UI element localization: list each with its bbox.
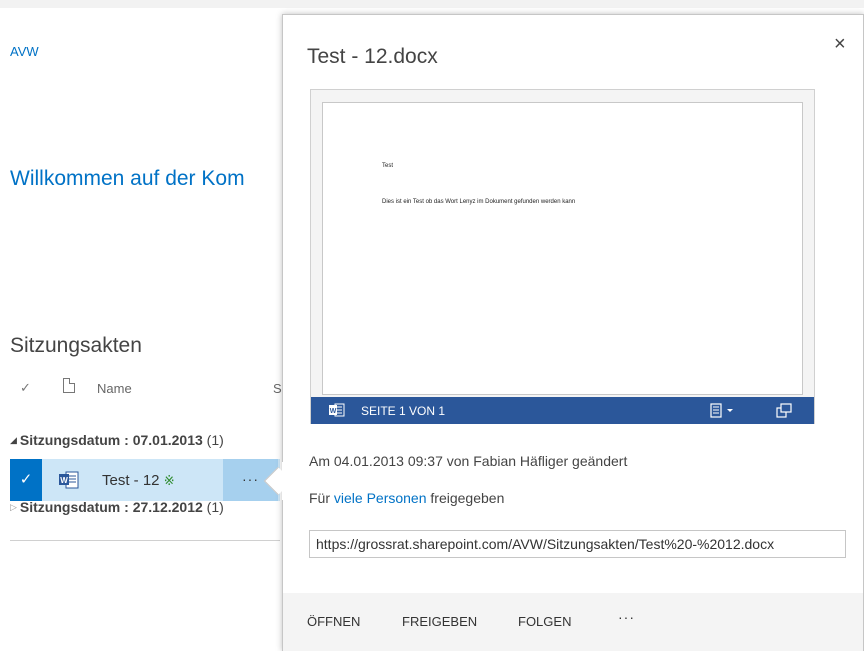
callout-title[interactable]: Test - 12.docx [307,45,438,69]
row-file-name[interactable]: Test - 12 ※ [102,472,175,489]
list-header: ✓ Name S [10,378,282,400]
group-count: (1) [206,499,224,515]
sharing-info: Für viele Personen freigegeben [309,490,504,506]
file-type-icon [63,378,75,393]
column-header-truncated[interactable]: S [273,381,282,396]
preview-text-line: Dies ist ein Test ob das Wort Lenyz im D… [382,199,576,205]
follow-button[interactable]: FOLGEN [518,614,571,629]
new-item-icon: ※ [163,473,175,488]
word-doc-icon: W [59,471,79,489]
table-row-selected[interactable]: ✓ W Test - 12 ※ ··· [10,459,280,501]
group-label: Sitzungsdatum : 07.01.2013 [19,432,203,448]
library-title[interactable]: Sitzungsakten [10,334,142,358]
row-check-icon[interactable]: ✓ [10,459,42,501]
svg-text:W: W [60,476,68,485]
preview-toolbar: W SEITE 1 VON 1 [311,397,814,424]
group-header-27-12-2012[interactable]: ▷ Sitzungsdatum : 27.12.2012 (1) [10,499,224,515]
group-header-07-01-2013[interactable]: ◢ Sitzungsdatum : 07.01.2013 (1) [10,432,224,448]
preview-text-line: Test [382,163,394,169]
shared-suffix: freigegeben [426,490,505,506]
preview-page: Test Dies ist ein Test ob das Wort Lenyz… [322,102,803,395]
word-app-icon: W [329,403,345,417]
page-count-label: SEITE 1 VON 1 [361,404,446,418]
welcome-heading: Willkommen auf der Kom [10,167,245,190]
group-count: (1) [206,432,224,448]
document-url-field[interactable]: https://grossrat.sharepoint.com/AVW/Sitz… [309,530,846,558]
svg-text:W: W [330,408,337,415]
site-link-avw[interactable]: AVW [10,44,39,59]
divider [10,540,280,541]
share-button[interactable]: FREIGEBEN [402,614,477,629]
file-name-text[interactable]: Test - 12 [102,472,160,489]
view-mode-icon[interactable] [710,403,736,418]
group-label: Sitzungsdatum : 27.12.2012 [19,499,203,515]
popout-icon[interactable] [776,403,792,418]
close-icon[interactable]: × [834,33,846,56]
shared-prefix: Für [309,490,334,506]
select-all-check-icon[interactable]: ✓ [20,380,31,396]
collapse-triangle-icon[interactable]: ▷ [10,502,17,513]
column-header-name[interactable]: Name [97,381,132,396]
document-preview[interactable]: Test Dies ist ein Test ob das Wort Lenyz… [310,89,815,424]
open-button[interactable]: ÖFFNEN [307,614,360,629]
expand-triangle-icon[interactable]: ◢ [10,435,17,446]
top-bar [0,0,864,8]
shared-people-link[interactable]: viele Personen [334,490,427,506]
modified-info: Am 04.01.2013 09:37 von Fabian Häfliger … [309,453,628,469]
callout-pointer-cover [282,462,294,500]
callout-actions: ÖFFNEN FREIGEBEN FOLGEN ··· [283,593,863,651]
more-actions-button[interactable]: ··· [618,609,635,625]
